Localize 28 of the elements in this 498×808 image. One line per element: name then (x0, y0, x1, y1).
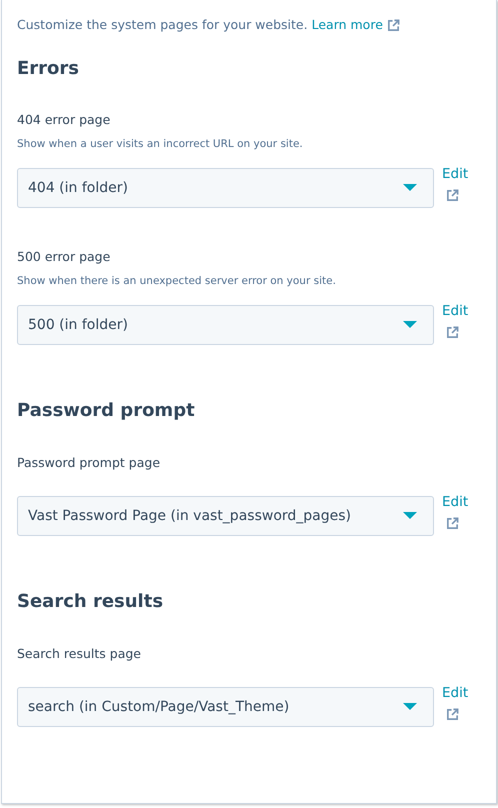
caret-icon (403, 512, 417, 520)
section-heading: Search results (17, 590, 164, 614)
field-label: Password prompt page (17, 454, 162, 472)
field-description: Show when there is an unexpected server error on your site. (17, 274, 337, 289)
page-dropdown[interactable]: search (in Custom/Page/Vast_Theme) (17, 687, 434, 727)
external-link-icon[interactable] (446, 517, 459, 530)
section-heading: Password prompt (17, 399, 196, 423)
external-link-icon (386, 18, 400, 32)
field-description: Show when a user visits an incorrect URL on your site. (17, 137, 304, 152)
external-link-icon[interactable] (446, 326, 459, 339)
caret-icon (403, 184, 417, 192)
field-label: 500 error page (17, 248, 112, 266)
edit-link[interactable]: Edit (442, 165, 468, 183)
external-link-icon[interactable] (446, 708, 459, 721)
intro-text: Customize the system pages for your website. (17, 16, 308, 34)
page-dropdown[interactable]: Vast Password Page (in vast_password_pages) (17, 496, 434, 536)
external-link-icon[interactable] (446, 189, 459, 202)
edit-link[interactable]: Edit (442, 302, 468, 320)
page-dropdown[interactable]: 404 (in folder) (17, 168, 434, 208)
caret-icon (403, 703, 417, 711)
page-dropdown[interactable]: 500 (in folder) (17, 305, 434, 345)
field-label: Search results page (17, 645, 142, 663)
edit-link[interactable]: Edit (442, 684, 468, 702)
edit-link[interactable]: Edit (442, 493, 468, 511)
section-heading: Errors (17, 57, 80, 81)
field-label: 404 error page (17, 111, 112, 129)
learn-more-link[interactable]: Learn more (312, 15, 383, 35)
caret-icon (403, 321, 417, 329)
